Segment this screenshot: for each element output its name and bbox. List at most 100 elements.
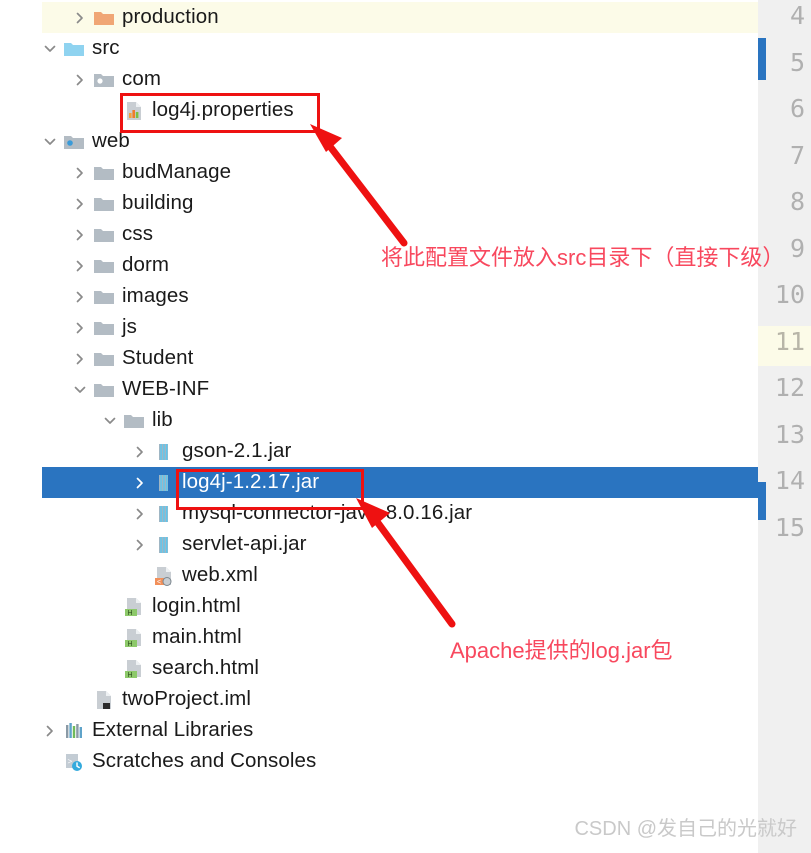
chevron-right-icon[interactable] (72, 227, 88, 243)
gutter-selection-marker (758, 38, 766, 80)
folder-gray-icon (93, 380, 115, 400)
folder-gray-icon (93, 225, 115, 245)
chevron-right-icon[interactable] (72, 351, 88, 367)
gutter-line-number: 15 (774, 512, 805, 542)
gutter-line-number: 5 (789, 47, 805, 77)
tree-row[interactable]: dorm (0, 250, 811, 281)
project-tree[interactable]: production src com log4j.properties web budMa… (0, 0, 811, 853)
file-html-icon: H (123, 659, 145, 679)
tree-row[interactable]: servlet-api.jar (0, 529, 811, 560)
chevron-right-icon[interactable] (132, 537, 148, 553)
tree-row[interactable]: WEB-INF (0, 374, 811, 405)
tree-row[interactable]: Hlogin.html (0, 591, 811, 622)
tree-row-label: Student (122, 346, 194, 370)
folder-gray-icon (93, 287, 115, 307)
file-jar-icon (153, 504, 175, 524)
chevron-right-icon[interactable] (132, 475, 148, 491)
tree-row-label: js (122, 315, 138, 339)
chevron-right-icon[interactable] (72, 10, 88, 26)
chevron-right-icon[interactable] (72, 165, 88, 181)
tree-row[interactable]: Hmain.html (0, 622, 811, 653)
tree-row[interactable]: js (0, 312, 811, 343)
file-properties-chart-icon (123, 101, 145, 121)
tree-row-label: Scratches and Consoles (92, 749, 317, 773)
tree-row[interactable]: css (0, 219, 811, 250)
file-jar-icon (153, 442, 175, 462)
folder-gray-icon (123, 411, 145, 431)
chevron-right-icon[interactable] (72, 289, 88, 305)
libraries-bars-icon (63, 721, 85, 741)
file-html-icon: H (123, 597, 145, 617)
tree-row[interactable]: Student (0, 343, 811, 374)
chevron-right-icon[interactable] (72, 72, 88, 88)
folder-orange-icon (93, 8, 115, 28)
screenshot-root: production src com log4j.properties web budMa… (0, 0, 811, 853)
tree-row-label: production (122, 5, 219, 29)
gutter-line-number: 13 (774, 419, 805, 449)
tree-row[interactable]: > Scratches and Consoles (0, 746, 800, 777)
tree-row-label: log4j.properties (152, 98, 294, 122)
svg-text:H: H (128, 672, 133, 679)
gutter-line-number: 6 (789, 94, 805, 123)
tree-row-label: web.xml (182, 563, 258, 587)
tree-row[interactable]: External Libraries (0, 715, 800, 746)
scratches-clock-icon: > (63, 752, 85, 772)
tree-row-label: lib (152, 408, 173, 432)
gutter-line-number: 9 (789, 233, 805, 263)
tree-row-label: budManage (122, 160, 232, 184)
tree-row-label: twoProject.iml (122, 687, 251, 711)
tree-row[interactable]: gson-2.1.jar (0, 436, 811, 467)
tree-row[interactable]: budManage (0, 157, 811, 188)
gutter-selection-marker (758, 482, 766, 520)
tree-row[interactable]: twoProject.iml (0, 684, 811, 715)
tree-row-label: dorm (122, 253, 170, 277)
gutter-line-number: 14 (774, 466, 805, 495)
chevron-right-icon[interactable] (132, 444, 148, 460)
tree-row-label: WEB-INF (122, 377, 210, 401)
chevron-right-icon[interactable] (132, 506, 148, 522)
tree-row-label: web (92, 129, 130, 153)
editor-line-number-gutter: 4 5 6 7 8 9 10 11 12 13 14 15 (758, 0, 811, 853)
tree-row-label: mysql-connector-java-8.0.16.jar (182, 501, 473, 525)
tree-row-label: search.html (152, 656, 260, 680)
file-jar-icon (153, 535, 175, 555)
chevron-down-icon[interactable] (42, 134, 58, 150)
tree-row[interactable]: building (0, 188, 811, 219)
tree-row-label: com (122, 67, 162, 91)
svg-text:H: H (128, 610, 133, 617)
chevron-down-icon[interactable] (102, 413, 118, 429)
tree-row-label: login.html (152, 594, 241, 618)
tree-row[interactable]: src (0, 33, 800, 64)
tree-row-label: servlet-api.jar (182, 532, 307, 556)
tree-row[interactable]: web (0, 126, 800, 157)
tree-row[interactable]: log4j-1.2.17.jar (42, 467, 811, 498)
svg-text:<: < (157, 579, 161, 586)
chevron-right-icon[interactable] (42, 723, 58, 739)
tree-row[interactable]: mysql-connector-java-8.0.16.jar (0, 498, 811, 529)
tree-row[interactable]: Hsearch.html (0, 653, 811, 684)
svg-text:>: > (68, 757, 73, 766)
folder-gray-icon (93, 256, 115, 276)
tree-row[interactable]: production (42, 2, 788, 33)
chevron-right-icon[interactable] (72, 320, 88, 336)
tree-row-label: log4j-1.2.17.jar (182, 470, 320, 494)
gutter-line-number: 10 (774, 280, 805, 309)
tree-row[interactable]: < web.xml (0, 560, 811, 591)
gutter-line-number: 7 (789, 140, 805, 170)
tree-row[interactable]: lib (0, 405, 811, 436)
chevron-right-icon[interactable] (72, 258, 88, 274)
folder-package-gray-icon (93, 70, 115, 90)
tree-row[interactable]: com (0, 64, 811, 95)
gutter-line-number: 4 (789, 1, 805, 30)
file-iml-icon (93, 690, 115, 710)
tree-row[interactable]: log4j.properties (0, 95, 811, 126)
chevron-down-icon[interactable] (72, 382, 88, 398)
folder-blue-icon (63, 39, 85, 59)
tree-row-label: External Libraries (92, 718, 254, 742)
folder-gray-icon (93, 163, 115, 183)
chevron-down-icon[interactable] (42, 41, 58, 57)
tree-row[interactable]: images (0, 281, 811, 312)
svg-text:H: H (128, 641, 133, 648)
chevron-right-icon[interactable] (72, 196, 88, 212)
tree-row-label: src (92, 36, 120, 60)
